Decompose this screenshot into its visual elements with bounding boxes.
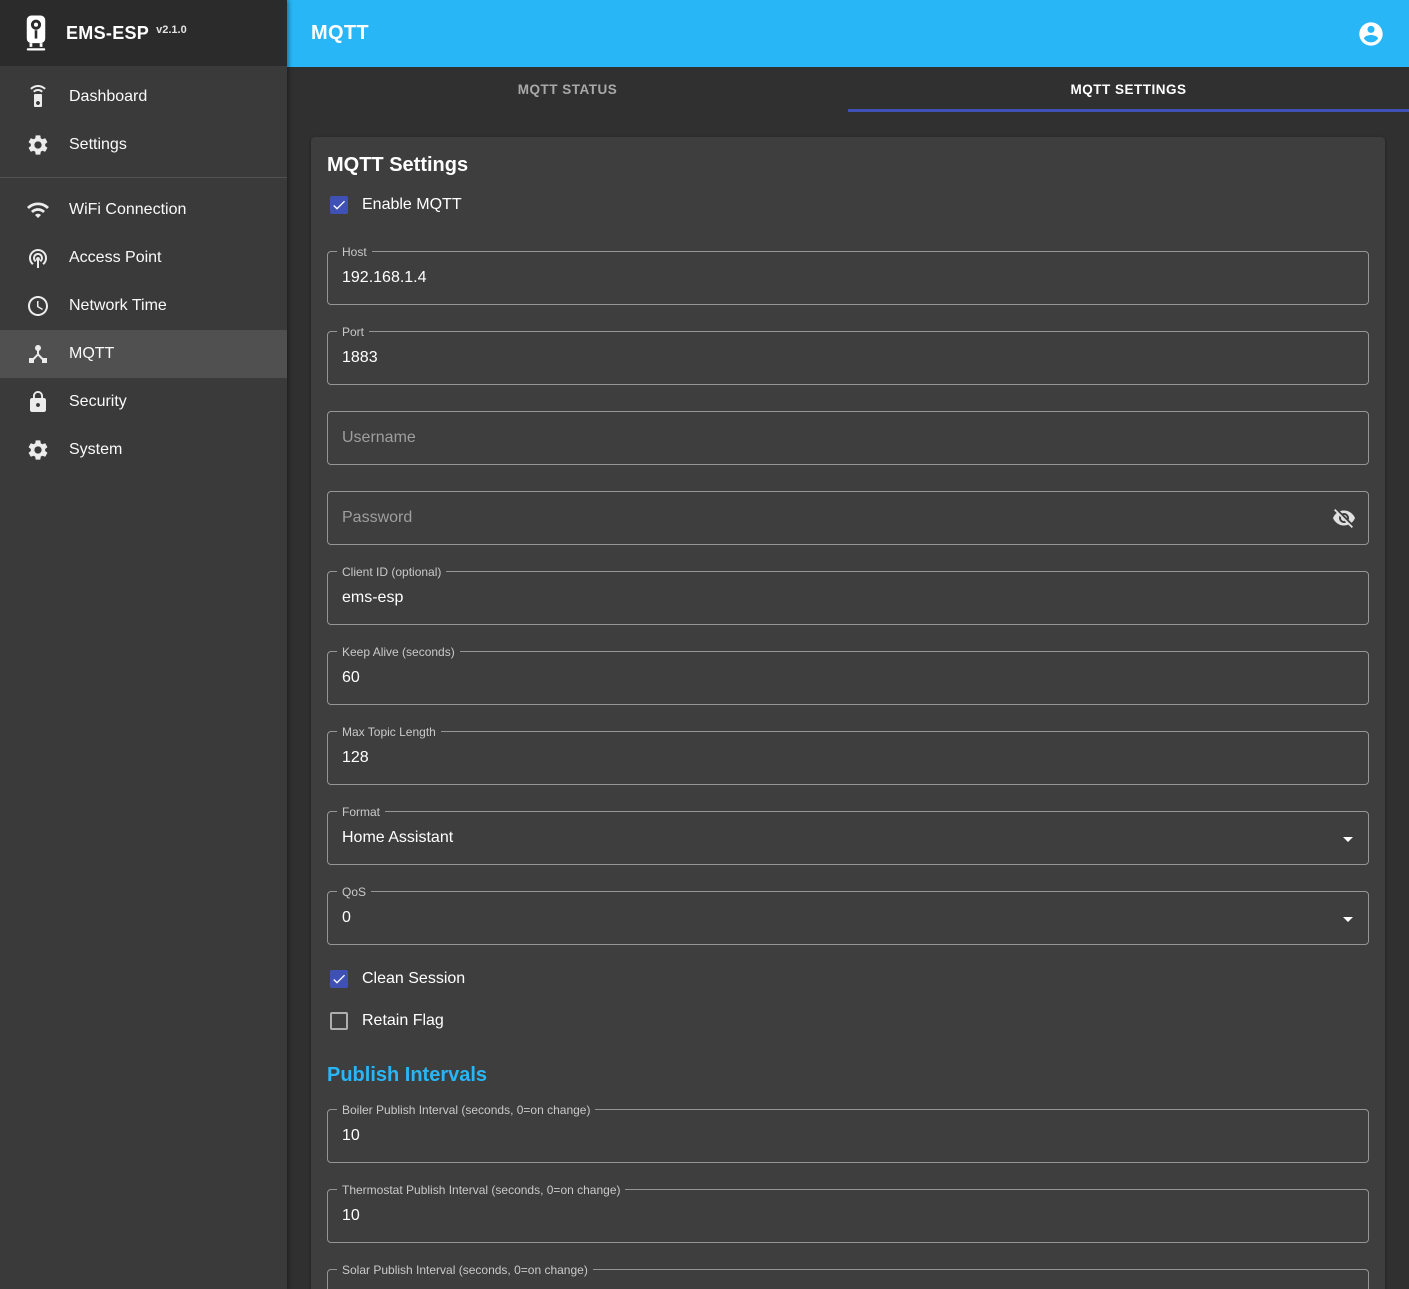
field-label: Solar Publish Interval (seconds, 0=on ch… — [337, 1262, 593, 1278]
appbar: MQTT — [287, 0, 1409, 67]
app-version: v2.1.0 — [156, 24, 187, 36]
device-hub-icon — [26, 342, 50, 366]
port-field[interactable]: Port 1883 — [327, 331, 1369, 385]
enable-mqtt-checkbox[interactable]: Enable MQTT — [327, 193, 1369, 217]
main-area: MQTT MQTT STATUS MQTT SETTINGS MQTT Sett… — [287, 0, 1409, 1289]
retain-flag-checkbox[interactable]: Retain Flag — [327, 1009, 1369, 1033]
checkbox-label: Clean Session — [362, 970, 465, 988]
field-label: Max Topic Length — [337, 724, 441, 740]
host-field[interactable]: Host 192.168.1.4 — [327, 251, 1369, 305]
sidebar-header: EMS-ESP v2.1.0 — [0, 0, 287, 67]
field-value: 0 — [342, 909, 351, 927]
chevron-down-icon — [1336, 827, 1360, 851]
field-placeholder: Password — [342, 509, 412, 527]
form-title: MQTT Settings — [327, 153, 1369, 177]
mqtt-settings-card: MQTT Settings Enable MQTT Host 192.168.1… — [311, 137, 1385, 1289]
field-label: Boiler Publish Interval (seconds, 0=on c… — [337, 1102, 595, 1118]
lock-icon — [26, 390, 50, 414]
tab-mqtt-settings[interactable]: MQTT SETTINGS — [848, 67, 1409, 112]
field-value: 192.168.1.4 — [342, 269, 427, 287]
sidebar-item-label: System — [69, 441, 122, 459]
field-value: 10 — [342, 1127, 360, 1145]
max-topic-length-field[interactable]: Max Topic Length 128 — [327, 731, 1369, 785]
field-placeholder: Username — [342, 429, 416, 447]
sidebar-item-system[interactable]: System — [0, 426, 287, 474]
client-id-field[interactable]: Client ID (optional) ems-esp — [327, 571, 1369, 625]
keep-alive-field[interactable]: Keep Alive (seconds) 60 — [327, 651, 1369, 705]
wifi-tethering-icon — [26, 246, 50, 270]
field-value: Home Assistant — [342, 829, 453, 847]
sidebar-item-label: Security — [69, 393, 127, 411]
username-field[interactable]: Username — [327, 411, 1369, 465]
sidebar-item-label: Network Time — [69, 297, 167, 315]
sidebar-item-wifi-connection[interactable]: WiFi Connection — [0, 186, 287, 234]
sidebar-item-label: MQTT — [69, 345, 114, 363]
field-label: Thermostat Publish Interval (seconds, 0=… — [337, 1182, 625, 1198]
sidebar: EMS-ESP v2.1.0 Dashboard Settings — [0, 0, 287, 1289]
field-label: Keep Alive (seconds) — [337, 644, 460, 660]
field-label: Format — [337, 804, 385, 820]
field-label: Port — [337, 324, 369, 340]
clean-session-checkbox[interactable]: Clean Session — [327, 967, 1369, 991]
solar-publish-interval-field[interactable]: Solar Publish Interval (seconds, 0=on ch… — [327, 1269, 1369, 1289]
clock-icon — [26, 294, 50, 318]
gear-icon — [26, 133, 50, 157]
page-title: MQTT — [311, 22, 369, 45]
sidebar-item-label: Settings — [69, 136, 127, 154]
field-value: 128 — [342, 749, 369, 767]
qos-select[interactable]: QoS 0 — [327, 891, 1369, 945]
sidebar-nav: Dashboard Settings WiFi Connection Acc — [0, 67, 287, 474]
field-value: 60 — [342, 669, 360, 687]
checkbox-unchecked-icon — [330, 1012, 348, 1030]
field-value: 1883 — [342, 349, 378, 367]
sidebar-item-settings[interactable]: Settings — [0, 121, 287, 169]
sidebar-item-network-time[interactable]: Network Time — [0, 282, 287, 330]
sidebar-item-access-point[interactable]: Access Point — [0, 234, 287, 282]
gear-icon — [26, 438, 50, 462]
chevron-down-icon — [1336, 907, 1360, 931]
sidebar-item-label: WiFi Connection — [69, 201, 186, 219]
format-select[interactable]: Format Home Assistant — [327, 811, 1369, 865]
field-label: Client ID (optional) — [337, 564, 446, 580]
field-value: 10 — [342, 1207, 360, 1225]
sidebar-item-mqtt[interactable]: MQTT — [0, 330, 287, 378]
tab-mqtt-status[interactable]: MQTT STATUS — [287, 67, 848, 112]
sidebar-divider — [0, 177, 287, 178]
password-field[interactable]: Password — [327, 491, 1369, 545]
boiler-publish-interval-field[interactable]: Boiler Publish Interval (seconds, 0=on c… — [327, 1109, 1369, 1163]
visibility-off-icon[interactable] — [1332, 506, 1356, 530]
app-root: EMS-ESP v2.1.0 Dashboard Settings — [0, 0, 1409, 1289]
remote-icon — [26, 85, 50, 109]
sidebar-item-label: Dashboard — [69, 88, 147, 106]
checkbox-checked-icon — [330, 970, 348, 988]
app-title: EMS-ESP — [66, 23, 149, 44]
checkbox-label: Enable MQTT — [362, 196, 462, 214]
publish-intervals-title: Publish Intervals — [327, 1063, 1369, 1087]
sidebar-item-security[interactable]: Security — [0, 378, 287, 426]
sidebar-item-label: Access Point — [69, 249, 161, 267]
checkbox-label: Retain Flag — [362, 1012, 444, 1030]
field-label: Host — [337, 244, 372, 260]
field-value: ems-esp — [342, 589, 403, 607]
tab-bar: MQTT STATUS MQTT SETTINGS — [287, 67, 1409, 112]
account-icon[interactable] — [1357, 20, 1385, 48]
content-area: MQTT Settings Enable MQTT Host 192.168.1… — [287, 112, 1409, 1289]
ems-esp-logo-icon — [24, 14, 48, 52]
checkbox-checked-icon — [330, 196, 348, 214]
sidebar-item-dashboard[interactable]: Dashboard — [0, 73, 287, 121]
field-label: QoS — [337, 884, 371, 900]
thermostat-publish-interval-field[interactable]: Thermostat Publish Interval (seconds, 0=… — [327, 1189, 1369, 1243]
wifi-icon — [26, 198, 50, 222]
